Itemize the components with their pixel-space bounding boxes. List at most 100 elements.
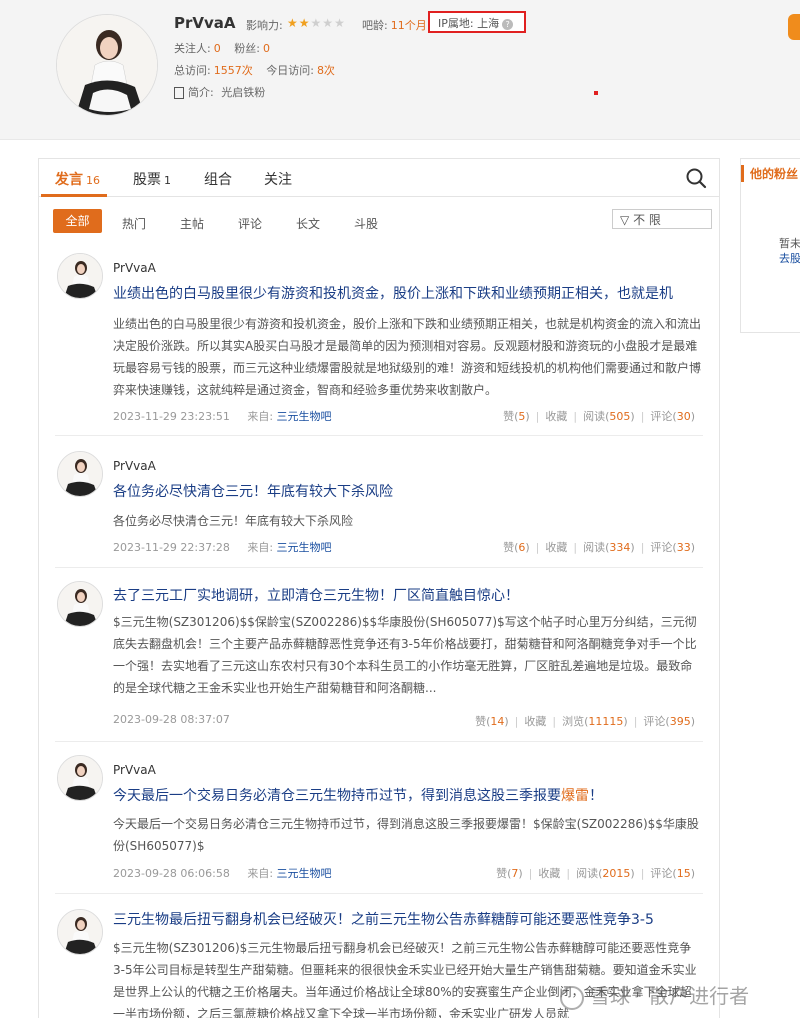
post-from-label: 来自: xyxy=(247,541,274,554)
bar-age-value: 11个月 xyxy=(390,19,427,32)
post-title[interactable]: 去了三元工厂实地调研，立即清仓三元生物！厂区简直触目惊心！ xyxy=(113,585,713,605)
post-divider xyxy=(55,435,703,436)
filter-limit-select[interactable]: ▽ 不 限 xyxy=(612,209,712,229)
favorite-button[interactable]: 收藏 xyxy=(524,715,546,728)
fans-empty-text: 暂未 xyxy=(779,237,800,250)
tab-following[interactable]: 关注 xyxy=(264,169,292,189)
question-icon[interactable]: ? xyxy=(502,18,514,30)
like-button[interactable]: 赞(5) xyxy=(503,410,530,423)
star-icon: ★ xyxy=(298,16,311,30)
influence-stars: ★★★★★ xyxy=(287,16,346,30)
post-title[interactable]: 三元生物最后扭亏翻身机会已经破灭！之前三元生物公告赤藓糖醇可能还要恶性竞争3-5 xyxy=(113,909,713,929)
post-source-link[interactable]: 三元生物吧 xyxy=(277,867,332,880)
post-actions: 赞(5) | 收藏 | 阅读(505) | 评论(30) xyxy=(503,410,695,423)
favorite-button[interactable]: 收藏 xyxy=(538,867,560,880)
comment-button[interactable]: 评论(33) xyxy=(650,541,695,554)
post-author[interactable]: PrVvaA xyxy=(113,763,156,777)
fans-panel-title: 他的粉丝 xyxy=(741,165,798,182)
post-actions: 赞(14) | 收藏 | 浏览(11115) | 评论(395) xyxy=(475,715,695,728)
filter-comments[interactable]: 评论 xyxy=(238,215,262,232)
filter-main-posts[interactable]: 主帖 xyxy=(180,215,204,232)
bar-age: 吧龄: 11个月 xyxy=(362,17,427,33)
filter-bar: 全部 热门 主帖 评论 长文 斗股 ▽ 不 限 xyxy=(39,197,719,243)
total-visits-label: 总访问: xyxy=(174,64,211,77)
star-empty-icon: ★ xyxy=(322,16,335,30)
filter-limit-label: 不 限 xyxy=(633,213,661,227)
star-icon: ★ xyxy=(287,16,299,30)
tab-posts[interactable]: 发言 16 xyxy=(55,169,100,189)
post-author[interactable]: PrVvaA xyxy=(113,459,156,473)
star-empty-icon: ★ xyxy=(334,16,346,30)
tab-stocks[interactable]: 股票 1 xyxy=(133,169,171,189)
fans-empty-link[interactable]: 去股 xyxy=(779,250,800,266)
post-time: 2023-09-28 06:06:58 xyxy=(113,867,230,880)
post-title[interactable]: 业绩出色的白马股里很少有游资和投机资金，股价上涨和下跌和业绩预期正相关，也就是机 xyxy=(113,283,713,303)
filter-long-articles[interactable]: 长文 xyxy=(296,215,320,232)
favorite-button[interactable]: 收藏 xyxy=(545,541,567,554)
profile-avatar[interactable] xyxy=(56,14,158,116)
visit-stats: 总访问: 1557次 今日访问: 8次 xyxy=(174,62,335,78)
filter-stock-battle[interactable]: 斗股 xyxy=(354,215,378,232)
comment-button[interactable]: 评论(30) xyxy=(650,410,695,423)
comment-button[interactable]: 评论(395) xyxy=(643,715,695,728)
post-avatar[interactable] xyxy=(57,581,103,627)
post-avatar[interactable] xyxy=(57,755,103,801)
influence-label: 影响力: xyxy=(246,19,283,32)
post-source-link[interactable]: 三元生物吧 xyxy=(277,541,332,554)
search-icon[interactable] xyxy=(685,167,707,189)
like-button[interactable]: 赞(7) xyxy=(496,867,523,880)
funnel-icon: ▽ xyxy=(620,213,630,227)
profile-header: PrVvaA 影响力: ★★★★★ 吧龄: 11个月 IP属地: 上海? 关注人:… xyxy=(0,0,800,140)
fans-label: 粉丝: xyxy=(234,42,260,55)
filter-all[interactable]: 全部 xyxy=(53,209,102,233)
document-icon xyxy=(174,87,184,99)
ip-location-text: IP属地: 上海 xyxy=(438,17,500,30)
post-author[interactable]: PrVvaA xyxy=(113,261,156,275)
decorative-dot xyxy=(594,91,598,95)
like-button[interactable]: 赞(6) xyxy=(503,541,530,554)
post-avatar[interactable] xyxy=(57,253,103,299)
post-divider xyxy=(55,741,703,742)
post-divider xyxy=(55,567,703,568)
total-visits-value: 1557次 xyxy=(213,64,253,77)
bio-text: 光启铁粉 xyxy=(221,86,266,99)
comment-button[interactable]: 评论(15) xyxy=(650,867,695,880)
read-count: 阅读(2015) xyxy=(576,867,635,880)
post-time: 2023-11-29 23:23:51 xyxy=(113,410,230,423)
post-avatar[interactable] xyxy=(57,909,103,955)
filter-hot[interactable]: 热门 xyxy=(122,215,146,232)
post-meta: 2023-09-28 06:06:58 来自: 三元生物吧 赞(7) | 收藏 | 阅读… xyxy=(113,865,703,881)
post-source-link[interactable]: 三元生物吧 xyxy=(277,410,332,423)
post-avatar[interactable] xyxy=(57,451,103,497)
view-count: 浏览(11115) xyxy=(562,715,628,728)
tab-portfolio[interactable]: 组合 xyxy=(204,169,232,189)
star-empty-icon: ★ xyxy=(310,16,323,30)
post-meta: 2023-11-29 22:37:28 来自: 三元生物吧 赞(6) | 收藏 | 阅读… xyxy=(113,539,703,555)
read-count: 阅读(334) xyxy=(583,541,635,554)
favorite-button[interactable]: 收藏 xyxy=(545,410,567,423)
post-body: 今天最后一个交易日务必清仓三元生物持币过节，得到消息这股三季报要爆雷！$保龄宝(… xyxy=(113,817,699,853)
content-tabs: 发言 16 股票 1 组合 关注 xyxy=(39,159,719,197)
post-time: 2023-09-28 08:37:07 xyxy=(113,713,230,726)
watermark-logo-icon xyxy=(560,985,584,1010)
follow-stats: 关注人: 0 粉丝: 0 xyxy=(174,40,270,56)
post-title[interactable]: 今天最后一个交易日务必清仓三元生物持币过节，得到消息这股三季报要爆雷！ xyxy=(113,785,713,805)
like-button[interactable]: 赞(14) xyxy=(475,715,509,728)
bio-label: 简介: xyxy=(188,86,214,99)
post-actions: 赞(6) | 收藏 | 阅读(334) | 评论(33) xyxy=(503,541,695,554)
post-title[interactable]: 各位务必尽快清仓三元！年底有较大下杀风险 xyxy=(113,481,713,501)
post-from-label: 来自: xyxy=(247,867,274,880)
post-meta: 2023-11-29 23:23:51 来自: 三元生物吧 赞(5) | 收藏 | 阅读… xyxy=(113,408,703,424)
post-actions: 赞(7) | 收藏 | 阅读(2015) | 评论(15) xyxy=(496,867,695,880)
post-body: 业绩出色的白马股里很少有游资和投机资金，股价上涨和下跌和业绩预期正相关，也就是机… xyxy=(113,317,702,397)
post-from-label: 来自: xyxy=(247,410,274,423)
read-count: 阅读(505) xyxy=(583,410,635,423)
bio: 简介: 光启铁粉 xyxy=(174,84,265,100)
ip-location: IP属地: 上海? xyxy=(428,11,526,33)
watermark: 雪球 · 散户进行者 xyxy=(560,980,749,1010)
following-count[interactable]: 0 xyxy=(214,42,221,55)
fans-count[interactable]: 0 xyxy=(263,42,270,55)
today-visits-label: 今日访问: xyxy=(266,64,314,77)
post-body: 各位务必尽快清仓三元！年底有较大下杀风险 xyxy=(113,514,354,528)
follow-button-partial[interactable] xyxy=(788,14,800,40)
